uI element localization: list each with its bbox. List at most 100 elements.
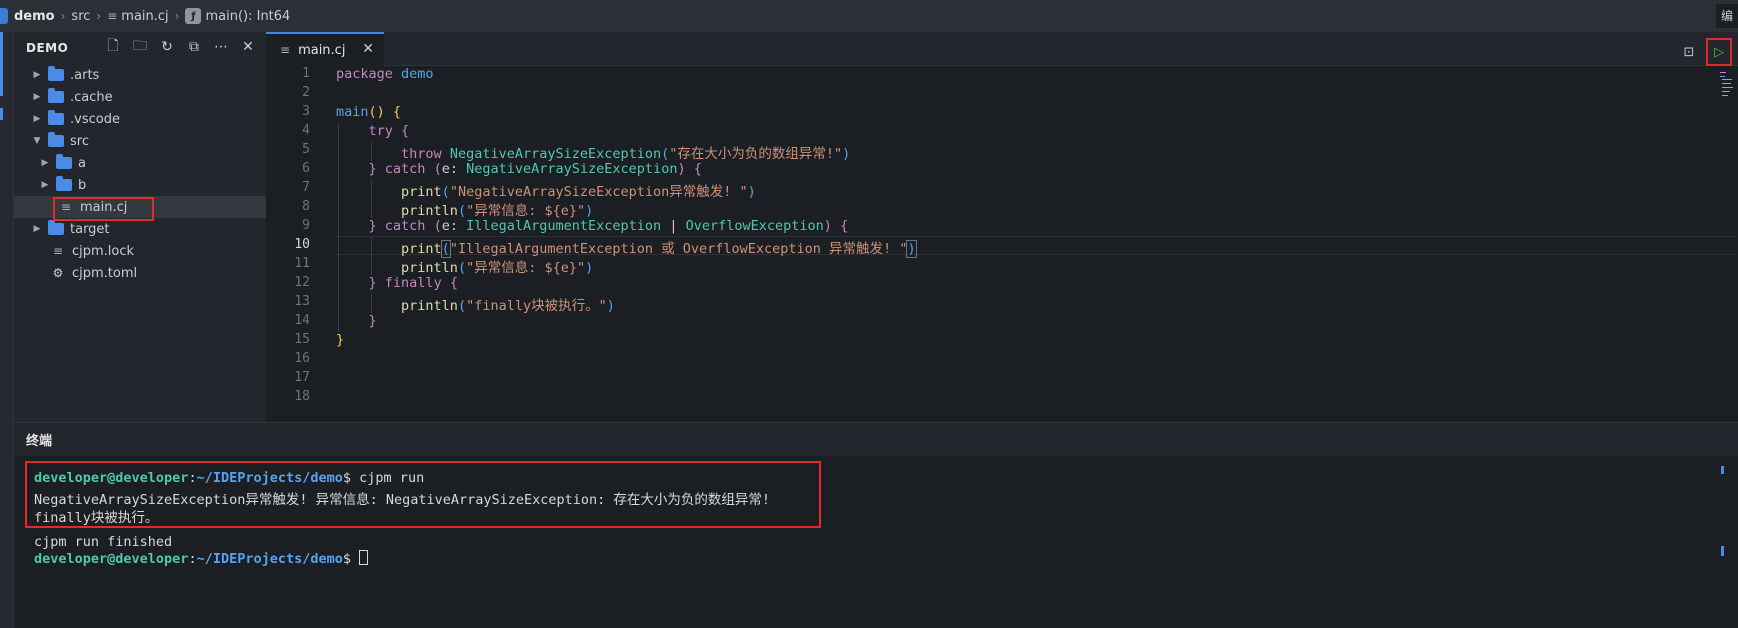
- code-punct: ): [842, 146, 851, 162]
- code-line: } catch (e: NegativeArraySizeException) …: [368, 161, 702, 177]
- code-punct: (: [440, 240, 451, 258]
- code-token: print: [401, 241, 442, 257]
- code-punct: ): [677, 161, 686, 177]
- breadcrumb-symbol-label: main(): Int64: [205, 8, 291, 24]
- code-token: println: [401, 203, 458, 219]
- code-line: println("异常信息: ${e}"): [336, 256, 593, 276]
- tree-item-cjpm-toml[interactable]: ⚙ cjpm.toml: [14, 262, 266, 284]
- folder-icon: [56, 154, 72, 169]
- tree-item-b[interactable]: ▶ b: [14, 174, 266, 196]
- code-line: } catch (e: IllegalArgumentException | O…: [368, 218, 849, 234]
- terminal-scroll-marker[interactable]: [1721, 466, 1724, 474]
- tree-item-arts[interactable]: ▶ .arts: [14, 64, 266, 86]
- tree-item-label: src: [70, 133, 89, 149]
- line-number: 17: [294, 370, 310, 385]
- folder-icon: [56, 176, 72, 191]
- code-punct: }: [336, 332, 345, 348]
- code-line: throw NegativeArraySizeException("存在大小为负…: [336, 142, 850, 162]
- code-punct: }: [368, 275, 377, 291]
- editor-tab-bar: ≡ main.cj ✕ ⊡ ▷: [266, 32, 1738, 66]
- function-icon: ƒ: [185, 8, 202, 24]
- folder-open-icon: [48, 132, 64, 147]
- refresh-icon[interactable]: ↻: [159, 38, 175, 56]
- code-token: "存在大小为负的数组异常!": [669, 146, 843, 162]
- terminal-title[interactable]: 终端: [26, 430, 52, 449]
- tree-item-label: target: [70, 221, 110, 237]
- code-punct: ): [747, 184, 756, 200]
- chevron-right-icon: ▶: [41, 180, 49, 190]
- line-number: 9: [302, 218, 310, 233]
- tree-item-target[interactable]: ▶ target: [14, 218, 266, 240]
- project-indicator-icon: [0, 8, 8, 24]
- file-lines-icon: ≡: [107, 9, 118, 23]
- preview-icon[interactable]: ⊡: [1680, 43, 1698, 61]
- more-actions-icon[interactable]: ⋯: [213, 38, 229, 56]
- code-token: demo: [401, 66, 434, 82]
- line-number: 1: [302, 66, 310, 81]
- tree-item-label: .vscode: [70, 111, 120, 127]
- editor-actions: ⊡ ▷: [1680, 38, 1732, 66]
- code-punct: (: [457, 203, 467, 219]
- code-punct: (: [457, 298, 467, 314]
- line-number: 8: [302, 199, 310, 214]
- chevron-right-icon: ▶: [33, 114, 41, 124]
- code-line: }: [336, 313, 377, 329]
- folder-icon: [48, 220, 64, 235]
- code-line: print("NegativeArraySizeException异常触发! "…: [336, 180, 756, 200]
- explorer-title: DEMO: [26, 41, 69, 55]
- line-number-active: 10: [294, 237, 310, 252]
- layout-menu-button[interactable]: 编: [1716, 4, 1738, 28]
- chevron-right-icon: ›: [96, 9, 102, 23]
- code-token: OverflowException: [685, 218, 824, 234]
- code-editor[interactable]: 1 2 3 4 5 6 7 8 9 10 11 12 13 14 15 16 1…: [266, 66, 1738, 422]
- breadcrumb-file[interactable]: ≡ main.cj: [107, 9, 168, 24]
- close-icon[interactable]: ✕: [362, 41, 374, 57]
- breadcrumb: demo › src › ≡ main.cj › ƒ main(): Int64…: [0, 0, 1738, 32]
- tree-item-cache[interactable]: ▶ .cache: [14, 86, 266, 108]
- code-line: main() {: [336, 104, 401, 120]
- terminal-finished-line: cjpm run finished: [34, 534, 173, 550]
- line-number: 12: [294, 275, 310, 290]
- tree-item-label: .cache: [70, 89, 113, 105]
- new-folder-icon[interactable]: 🗀: [132, 38, 148, 56]
- code-token: try: [368, 123, 393, 139]
- breadcrumb-folder[interactable]: src: [71, 9, 90, 24]
- run-button[interactable]: ▷: [1706, 38, 1732, 66]
- code-line: try {: [336, 123, 410, 139]
- breadcrumb-symbol[interactable]: ƒ main(): Int64: [185, 8, 290, 24]
- line-number: 11: [294, 256, 310, 271]
- explorer-actions: 🗋 🗀 ↻ ⧉ ⋯ ✕: [105, 38, 256, 56]
- activity-indicator: [0, 108, 3, 120]
- chevron-right-icon: ›: [174, 9, 180, 23]
- new-file-icon[interactable]: 🗋: [105, 38, 121, 56]
- terminal-prompt-line: developer@developer:~/IDEProjects/demo$: [34, 550, 369, 567]
- breadcrumb-project[interactable]: demo: [14, 9, 55, 24]
- code-punct: {: [840, 218, 849, 234]
- line-number: 13: [294, 294, 310, 309]
- line-number: 18: [294, 389, 310, 404]
- code-line: }: [336, 332, 344, 348]
- code-token: e: [441, 218, 450, 234]
- code-punct: ): [606, 298, 615, 314]
- code-token: NegativeArraySizeException: [466, 161, 678, 177]
- chevron-right-icon: ▶: [33, 92, 41, 102]
- code-punct: }: [368, 161, 377, 177]
- code-token: "NegativeArraySizeException异常触发! ": [449, 184, 748, 200]
- close-icon[interactable]: ✕: [240, 38, 256, 56]
- prompt-user: developer@developer: [34, 551, 189, 567]
- minimap[interactable]: [1720, 70, 1734, 106]
- code-punct: {: [449, 275, 458, 291]
- tree-item-cjpm-lock[interactable]: ≡ cjpm.lock: [14, 240, 266, 262]
- tree-item-src[interactable]: ▼ src: [14, 130, 266, 152]
- chevron-down-icon: ▼: [33, 136, 41, 146]
- tab-main-cj[interactable]: ≡ main.cj ✕: [266, 32, 384, 66]
- tree-item-a[interactable]: ▶ a: [14, 152, 266, 174]
- prompt-symbol: $: [342, 551, 352, 567]
- collapse-all-icon[interactable]: ⧉: [186, 38, 202, 56]
- tree-item-label: .arts: [70, 67, 100, 83]
- terminal-scroll-marker[interactable]: [1721, 546, 1724, 556]
- line-number: 4: [302, 123, 310, 138]
- code-line: package demo: [336, 66, 434, 82]
- tree-item-vscode[interactable]: ▶ .vscode: [14, 108, 266, 130]
- chevron-right-icon: ▶: [41, 158, 49, 168]
